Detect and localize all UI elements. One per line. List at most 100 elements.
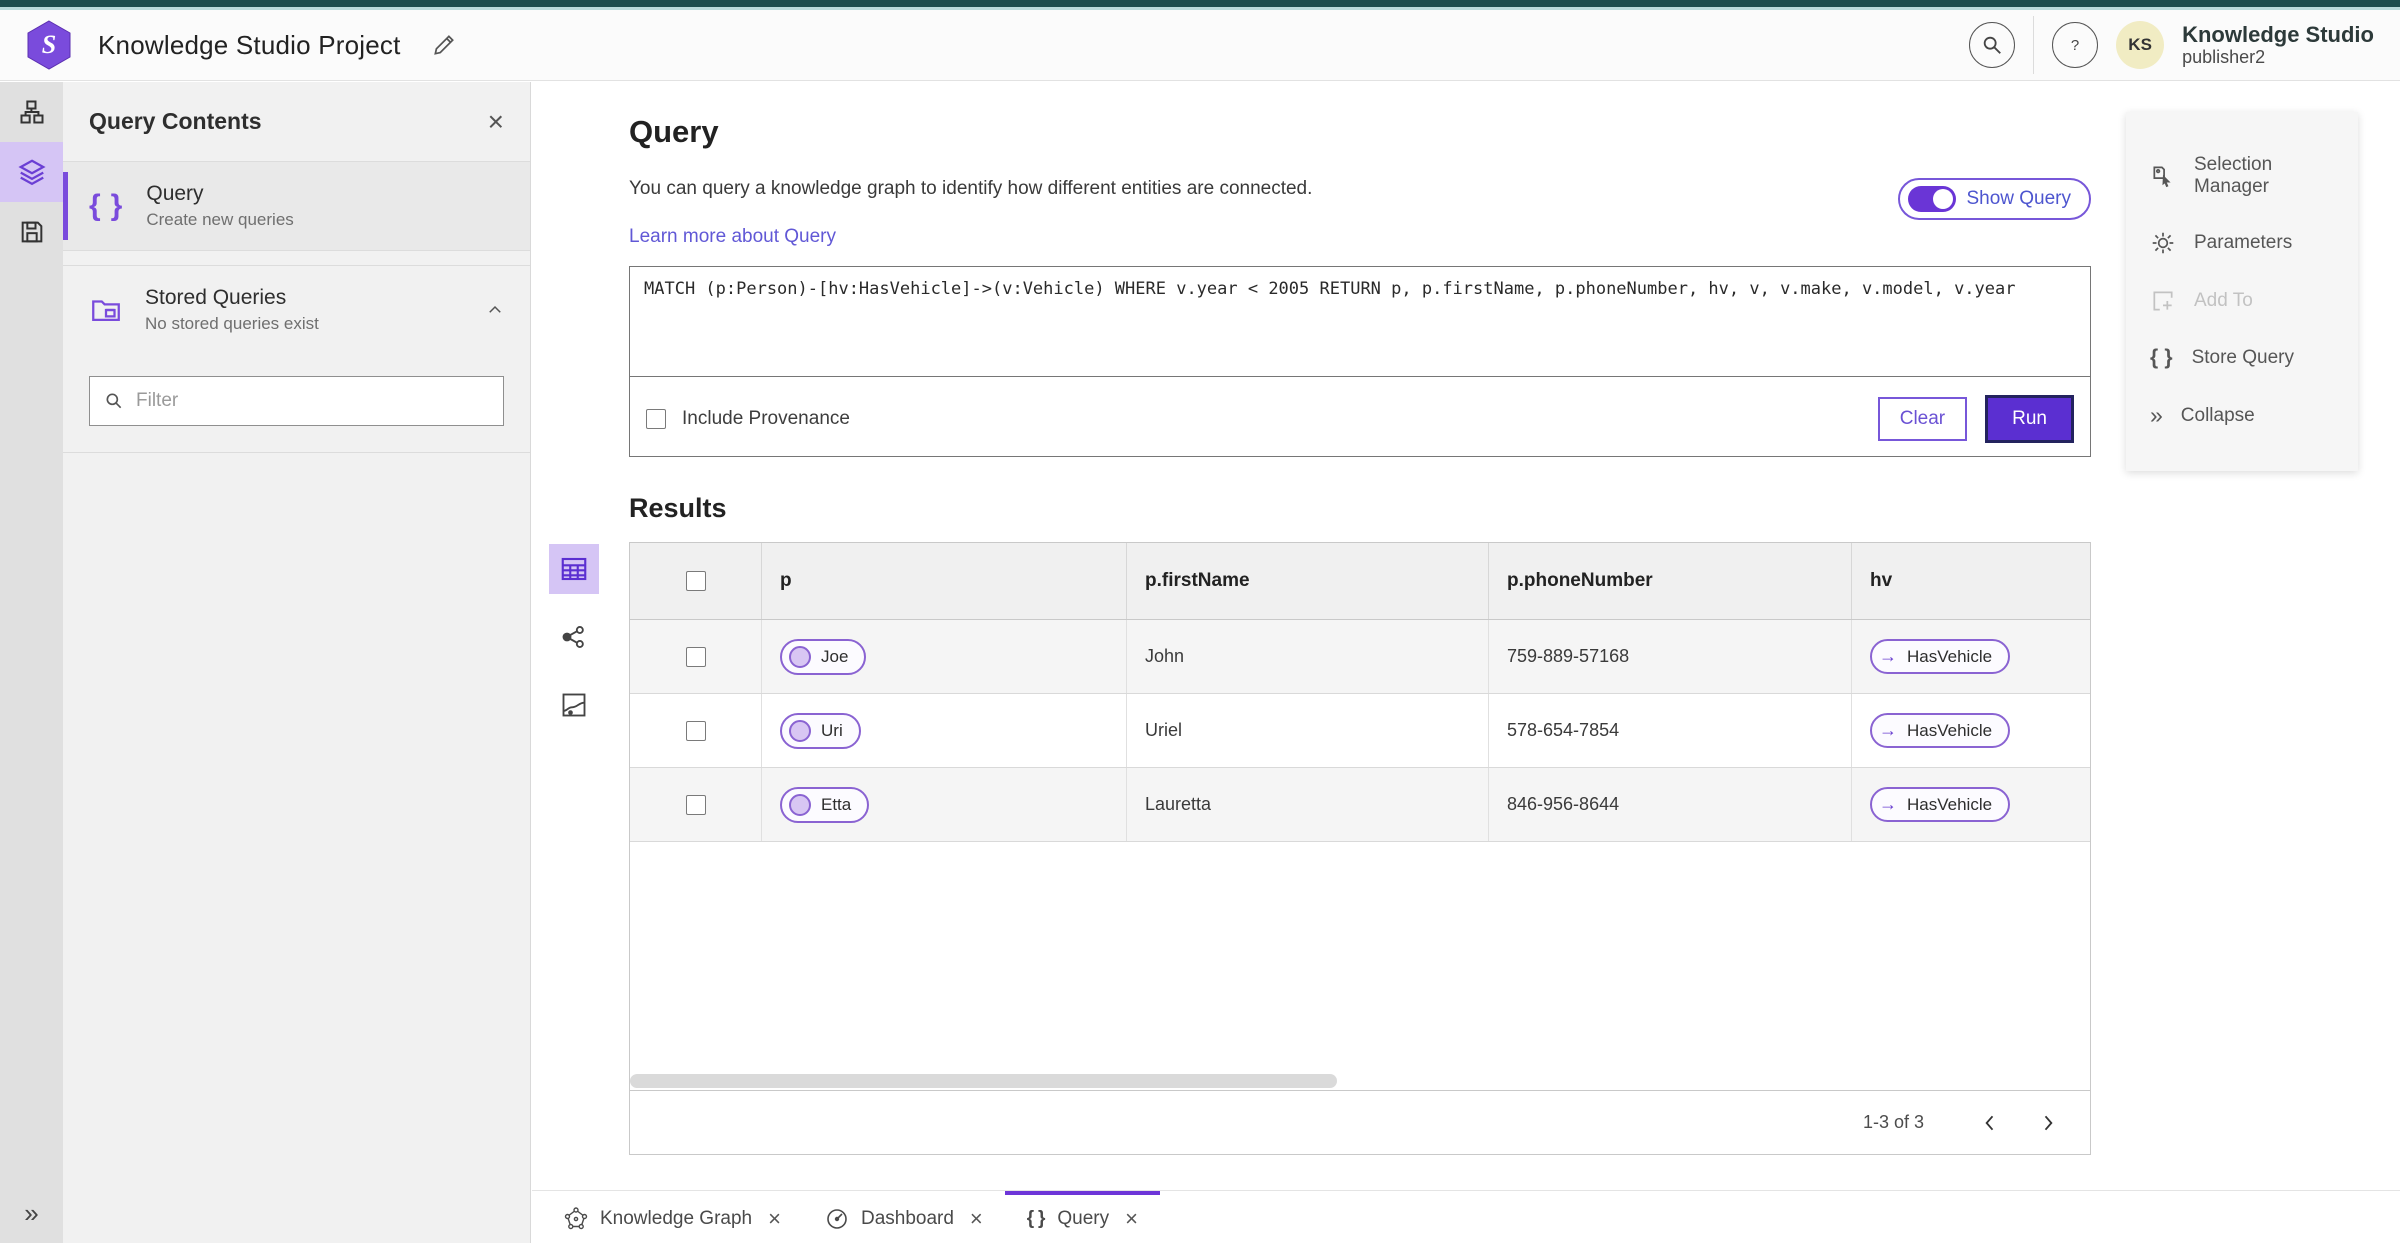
show-query-toggle[interactable]: Show Query <box>1898 178 2091 220</box>
column-header-firstname[interactable]: p.firstName <box>1126 543 1488 619</box>
table-row[interactable]: Joe John 759-889-57168 → HasVehicle <box>630 620 2090 694</box>
knowledge-graph-icon <box>564 1207 588 1231</box>
edit-title-icon[interactable] <box>431 32 457 58</box>
next-page-button[interactable] <box>2032 1107 2064 1139</box>
add-to-label: Add To <box>2194 290 2253 311</box>
filter-input[interactable] <box>136 390 489 412</box>
column-header-p[interactable]: p <box>761 543 1126 619</box>
layers-icon[interactable] <box>0 142 63 202</box>
query-item-title: Query <box>146 182 204 205</box>
search-button[interactable] <box>1969 22 2016 68</box>
filter-field-wrap <box>89 376 504 426</box>
tab-label: Knowledge Graph <box>600 1208 753 1229</box>
tab-knowledge-graph[interactable]: Knowledge Graph × <box>542 1191 803 1243</box>
parameters-item[interactable]: Parameters <box>2126 214 2358 272</box>
entity-label: Joe <box>821 646 849 666</box>
store-query-label: Store Query <box>2191 347 2294 368</box>
cell-phonenumber: 759-889-57168 <box>1488 620 1851 693</box>
close-tab-icon[interactable]: × <box>768 1206 781 1232</box>
user-avatar[interactable]: KS <box>2116 21 2165 69</box>
map-view-icon[interactable] <box>549 680 599 730</box>
cell-firstname: John <box>1126 620 1488 693</box>
table-view-icon[interactable] <box>549 544 599 594</box>
show-query-label: Show Query <box>1966 188 2071 209</box>
tab-query[interactable]: { } Query × <box>1004 1191 1160 1243</box>
selection-manager-icon <box>2150 163 2176 189</box>
select-all-checkbox[interactable] <box>685 571 706 591</box>
close-panel-icon[interactable]: × <box>488 107 504 136</box>
store-query-item[interactable]: { } Store Query <box>2126 330 2358 386</box>
bottom-tab-bar: Knowledge Graph × Dashboard × { } Query … <box>532 1190 2400 1243</box>
relationship-label: HasVehicle <box>1907 720 1993 740</box>
learn-more-link[interactable]: Learn more about Query <box>629 226 836 248</box>
row-checkbox[interactable] <box>685 794 706 815</box>
node-icon <box>789 719 811 742</box>
stored-queries-title: Stored Queries <box>145 286 287 309</box>
entity-pill[interactable]: Uri <box>780 712 861 749</box>
svg-text:S: S <box>42 30 56 59</box>
parameters-label: Parameters <box>2194 232 2293 253</box>
entity-pill[interactable]: Joe <box>780 638 867 675</box>
username: publisher2 <box>2182 47 2266 68</box>
panel-item-stored-queries[interactable]: Stored Queries No stored queries exist <box>63 266 530 354</box>
entity-pill[interactable]: Etta <box>780 786 870 823</box>
column-header-hv[interactable]: hv <box>1851 543 2090 619</box>
results-table: p p.firstName p.phoneNumber hv Joe John … <box>629 542 2091 1155</box>
clear-button[interactable]: Clear <box>1877 397 1968 441</box>
selection-manager-item[interactable]: Selection Manager <box>2126 138 2358 214</box>
close-tab-icon[interactable]: × <box>1125 1206 1138 1232</box>
relationship-pill[interactable]: → HasVehicle <box>1870 639 2011 674</box>
close-tab-icon[interactable]: × <box>970 1206 983 1232</box>
results-view-toolbar <box>549 544 599 730</box>
tab-dashboard[interactable]: Dashboard × <box>803 1191 1005 1243</box>
cell-phonenumber: 846-956-8644 <box>1488 768 1851 841</box>
data-model-icon[interactable] <box>0 82 63 142</box>
query-textarea[interactable]: MATCH (p:Person)-[hv:HasVehicle]->(v:Veh… <box>630 267 2090 377</box>
table-header-row: p p.firstName p.phoneNumber hv <box>630 543 2090 620</box>
horizontal-scrollbar[interactable] <box>630 1072 2090 1090</box>
expand-rail-icon[interactable]: » <box>24 1198 38 1229</box>
tab-label: Dashboard <box>860 1208 954 1229</box>
prev-page-button[interactable] <box>1974 1107 2006 1139</box>
row-checkbox[interactable] <box>685 720 706 741</box>
table-row[interactable]: Etta Lauretta 846-956-8644 → HasVehicle <box>630 768 2090 842</box>
collapse-item[interactable]: » Collapse <box>2126 386 2358 445</box>
collapse-section-icon[interactable] <box>486 301 504 319</box>
arrow-right-icon: → <box>1879 646 1897 666</box>
query-tools-panel: Selection Manager Parameters Add To { } … <box>2126 112 2358 471</box>
braces-icon: { } <box>2150 346 2174 369</box>
save-icon[interactable] <box>0 202 63 262</box>
top-teal-strip <box>0 0 2400 10</box>
column-header-phonenumber[interactable]: p.phoneNumber <box>1488 543 1851 619</box>
panel-title: Query Contents <box>89 108 262 134</box>
gear-icon <box>2150 230 2176 256</box>
include-provenance-label: Include Provenance <box>682 408 850 429</box>
include-provenance-checkbox[interactable] <box>646 409 666 429</box>
page-title: Query <box>629 114 719 149</box>
panel-item-query[interactable]: { } Query Create new queries <box>63 162 530 251</box>
tab-label: Query <box>1057 1208 1110 1229</box>
scrollbar-thumb[interactable] <box>630 1074 1337 1088</box>
relationship-pill[interactable]: → HasVehicle <box>1870 787 2011 822</box>
arrow-right-icon: → <box>1879 794 1897 814</box>
stored-queries-subtitle: No stored queries exist <box>145 314 319 333</box>
query-item-subtitle: Create new queries <box>146 210 294 229</box>
braces-icon: { } <box>89 189 125 222</box>
add-to-item: Add To <box>2126 272 2358 330</box>
run-button[interactable]: Run <box>1985 395 2074 443</box>
dashboard-icon <box>825 1207 849 1231</box>
cell-firstname: Uriel <box>1126 694 1488 767</box>
table-row[interactable]: Uri Uriel 578-654-7854 → HasVehicle <box>630 694 2090 768</box>
project-title: Knowledge Studio Project <box>98 29 401 60</box>
cell-phonenumber: 578-654-7854 <box>1488 694 1851 767</box>
relationship-pill[interactable]: → HasVehicle <box>1870 713 2011 748</box>
graph-view-icon[interactable] <box>549 612 599 662</box>
pagination-range: 1-3 of 3 <box>1862 1112 1924 1132</box>
row-checkbox[interactable] <box>685 646 706 667</box>
add-to-icon <box>2150 288 2176 314</box>
help-button[interactable]: ? <box>2052 22 2099 68</box>
cell-firstname: Lauretta <box>1126 768 1488 841</box>
table-empty-space <box>630 842 2090 1072</box>
svg-text:?: ? <box>2071 37 2079 54</box>
toggle-switch-on[interactable] <box>1908 186 1957 212</box>
